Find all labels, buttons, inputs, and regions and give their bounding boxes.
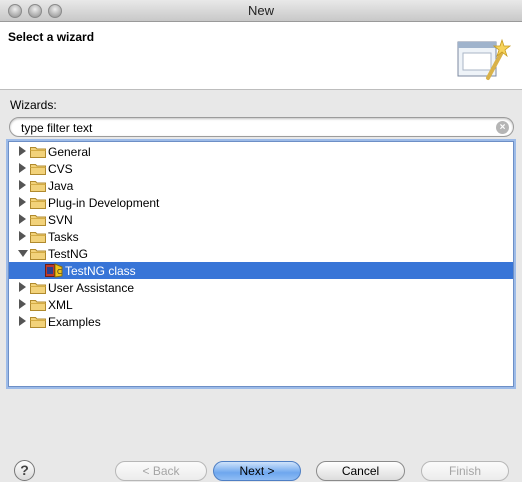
title-bar: New xyxy=(0,0,522,22)
expand-triangle-icon[interactable] xyxy=(19,282,26,292)
collapse-triangle-icon[interactable] xyxy=(18,250,28,257)
tree-folder-cvs[interactable]: CVS xyxy=(9,160,513,177)
new-wizard-banner-icon xyxy=(457,38,512,80)
tree-item-label: Plug-in Development xyxy=(48,196,160,210)
expand-triangle-icon[interactable] xyxy=(19,146,26,156)
expand-triangle-icon[interactable] xyxy=(19,299,26,309)
tree-item-label: General xyxy=(48,145,91,159)
tree-item-label: SVN xyxy=(48,213,73,227)
page-title: Select a wizard xyxy=(8,30,95,44)
wizard-tree[interactable]: General CVS Java Plug-in Development SVN Task… xyxy=(8,141,514,387)
window-title: New xyxy=(247,3,274,18)
tree-item-label: TestNG class xyxy=(65,264,136,278)
expand-triangle-icon[interactable] xyxy=(19,197,26,207)
next-button[interactable]: Next > xyxy=(213,461,301,481)
filter-input[interactable] xyxy=(21,120,491,135)
tree-folder-tasks[interactable]: Tasks xyxy=(9,228,513,245)
tree-item-label: XML xyxy=(48,298,73,312)
help-button[interactable]: ? xyxy=(14,460,35,481)
tree-folder-testng[interactable]: TestNG xyxy=(9,245,513,262)
clear-filter-icon[interactable]: × xyxy=(496,121,509,134)
expand-triangle-icon[interactable] xyxy=(19,163,26,173)
tree-folder-general[interactable]: General xyxy=(9,143,513,160)
wizards-label: Wizards: xyxy=(10,98,57,112)
tree-item-label: Examples xyxy=(48,315,101,329)
tree-item-label: Tasks xyxy=(48,230,79,244)
expand-triangle-icon[interactable] xyxy=(19,231,26,241)
back-button[interactable]: < Back xyxy=(115,461,207,481)
cancel-button[interactable]: Cancel xyxy=(316,461,405,481)
filter-field[interactable]: × xyxy=(9,117,514,137)
tree-folder-java[interactable]: Java xyxy=(9,177,513,194)
expand-triangle-icon[interactable] xyxy=(19,316,26,326)
expand-triangle-icon[interactable] xyxy=(19,180,26,190)
svg-text:C: C xyxy=(57,268,62,276)
tree-folder-examples[interactable]: Examples xyxy=(9,313,513,330)
wizard-header: Select a wizard xyxy=(0,22,522,90)
finish-button[interactable]: Finish xyxy=(421,461,509,481)
tree-folder-user-assistance[interactable]: User Assistance xyxy=(9,279,513,296)
expand-triangle-icon[interactable] xyxy=(19,214,26,224)
tree-item-label: User Assistance xyxy=(48,281,135,295)
tree-item-testng-class[interactable]: C TestNG class xyxy=(9,262,513,279)
tree-item-label: CVS xyxy=(48,162,73,176)
tree-folder-svn[interactable]: SVN xyxy=(9,211,513,228)
tree-folder-xml[interactable]: XML xyxy=(9,296,513,313)
tree-folder-plug-in-development[interactable]: Plug-in Development xyxy=(9,194,513,211)
tree-item-label: Java xyxy=(48,179,74,193)
tree-item-label: TestNG xyxy=(48,247,89,261)
